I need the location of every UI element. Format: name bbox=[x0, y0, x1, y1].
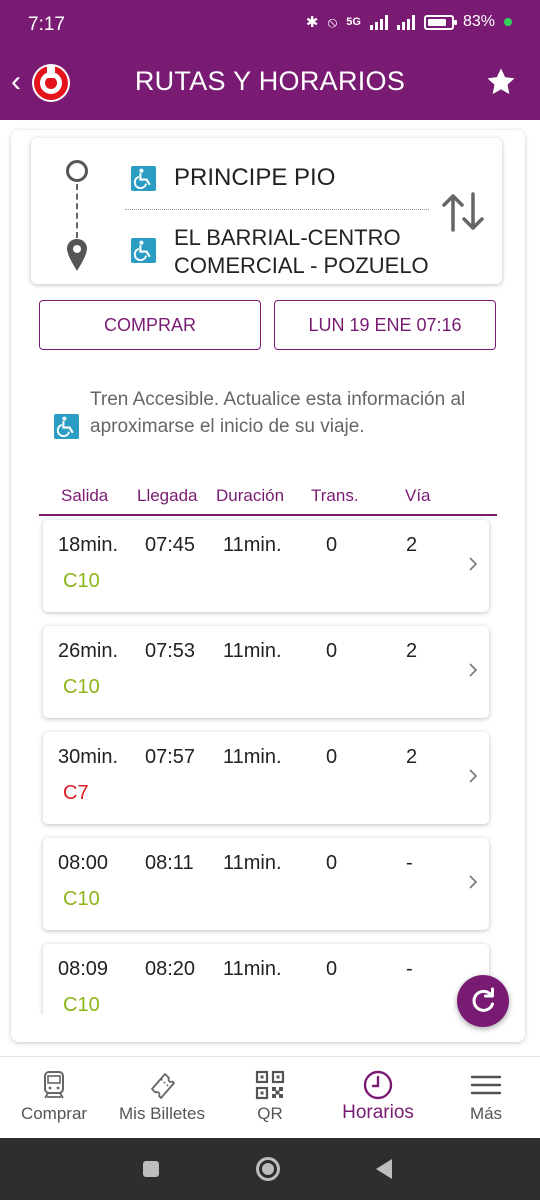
origin-station[interactable]: PRINCIPE PIO bbox=[174, 164, 335, 192]
header-llegada: Llegada bbox=[137, 486, 198, 505]
wheelchair-icon bbox=[131, 166, 156, 191]
trip-platform: 2 bbox=[406, 746, 418, 768]
line-label: C10 bbox=[63, 570, 100, 592]
trip-departure: 08:00 bbox=[58, 852, 109, 874]
line-label: C10 bbox=[63, 676, 100, 698]
chevron-right-icon bbox=[467, 766, 479, 786]
recents-icon[interactable] bbox=[137, 1155, 165, 1183]
trip-duration: 11min. bbox=[223, 746, 282, 768]
status-bar: 7:17 ✱ ⦸ 5G 83% bbox=[0, 0, 540, 46]
status-time: 7:17 bbox=[28, 14, 65, 35]
table-header: Salida Llegada Duración Trans. Vía bbox=[39, 482, 497, 516]
header-duracion: Duración bbox=[216, 486, 285, 505]
trip-transfers: 0 bbox=[326, 958, 338, 980]
trip-transfers: 0 bbox=[326, 640, 338, 662]
status-icons: ✱ ⦸ 5G 83% bbox=[306, 13, 512, 31]
trip-list[interactable]: 18min. 07:45 11min. 0 2 C10 26min. 07:53… bbox=[11, 516, 525, 1014]
nav-label: Más bbox=[469, 1104, 503, 1123]
trip-departure: 30min. bbox=[58, 746, 119, 768]
trip-row[interactable]: 18min. 07:45 11min. 0 2 C10 bbox=[43, 520, 489, 612]
muted-icon: ⦸ bbox=[327, 13, 338, 31]
nav-label: Comprar bbox=[20, 1104, 88, 1123]
network-label: 5G bbox=[346, 16, 361, 28]
header-via: Vía bbox=[405, 486, 431, 505]
trip-departure: 26min. bbox=[58, 640, 119, 662]
nav-label: QR bbox=[257, 1104, 283, 1123]
accessibility-notice: Tren Accesible. Actualice esta informaci… bbox=[54, 386, 514, 466]
trip-row[interactable]: 30min. 07:57 11min. 0 2 C7 bbox=[43, 732, 489, 824]
signal-icon-2 bbox=[396, 14, 415, 30]
battery-icon bbox=[423, 14, 457, 30]
page-title: RUTAS Y HORARIOS bbox=[134, 66, 406, 96]
destination-pin-icon bbox=[65, 238, 89, 272]
signal-icon bbox=[369, 14, 388, 30]
wheelchair-icon bbox=[54, 414, 79, 439]
route-selector: PRINCIPE PIO EL BARRIAL-CENTRO COMERCIAL… bbox=[31, 138, 502, 284]
nav-label: Horarios bbox=[342, 1102, 414, 1123]
route-line bbox=[76, 184, 78, 238]
trip-platform: - bbox=[406, 958, 413, 980]
trip-platform: 2 bbox=[406, 640, 418, 662]
notice-text: Tren Accesible. Actualice esta informaci… bbox=[90, 389, 466, 437]
bluetooth-icon: ✱ bbox=[305, 14, 319, 31]
header-trans: Trans. bbox=[311, 486, 359, 505]
menu-icon bbox=[470, 1069, 502, 1101]
chevron-right-icon bbox=[467, 554, 479, 574]
nav-qr[interactable]: QR bbox=[216, 1057, 324, 1139]
favorite-star-icon[interactable] bbox=[484, 65, 518, 99]
chevron-right-icon bbox=[467, 872, 479, 892]
qr-icon bbox=[254, 1069, 286, 1101]
destination-station[interactable]: EL BARRIAL-CENTRO COMERCIAL - POZUELO bbox=[174, 224, 439, 280]
line-label: C10 bbox=[63, 994, 100, 1014]
app-bar: ‹ RUTAS Y HORARIOS bbox=[0, 46, 540, 120]
datetime-button[interactable]: LUN 19 ENE 07:16 bbox=[274, 300, 496, 350]
trip-arrival: 07:53 bbox=[145, 640, 196, 662]
trip-arrival: 08:11 bbox=[145, 852, 194, 874]
trip-arrival: 07:57 bbox=[145, 746, 196, 768]
swap-stations-icon[interactable] bbox=[439, 190, 487, 234]
trip-transfers: 0 bbox=[326, 852, 338, 874]
nav-mas[interactable]: Más bbox=[432, 1057, 540, 1139]
nav-mis-billetes[interactable]: Mis Billetes bbox=[108, 1057, 216, 1139]
trip-transfers: 0 bbox=[326, 534, 338, 556]
battery-percent: 83% bbox=[462, 13, 495, 30]
header-salida: Salida bbox=[61, 486, 109, 505]
chevron-right-icon bbox=[467, 660, 479, 680]
system-navigation-bar bbox=[0, 1138, 540, 1200]
trip-duration: 11min. bbox=[223, 958, 282, 980]
nav-label: Mis Billetes bbox=[119, 1104, 205, 1123]
line-label: C10 bbox=[63, 888, 100, 910]
trip-platform: - bbox=[406, 852, 413, 874]
battery-level-fill bbox=[427, 18, 447, 26]
nav-comprar[interactable]: Comprar bbox=[0, 1057, 108, 1139]
back-nav-icon[interactable] bbox=[370, 1155, 398, 1183]
clock-icon bbox=[362, 1069, 394, 1101]
refresh-button[interactable] bbox=[457, 975, 509, 1027]
schedule-card: PRINCIPE PIO EL BARRIAL-CENTRO COMERCIAL… bbox=[11, 130, 525, 1042]
trip-row[interactable]: 08:09 08:20 11min. 0 - C10 bbox=[43, 944, 489, 1014]
privacy-indicator-icon bbox=[504, 18, 512, 26]
trip-duration: 11min. bbox=[223, 852, 282, 874]
trip-transfers: 0 bbox=[326, 746, 338, 768]
buy-button[interactable]: COMPRAR bbox=[39, 300, 261, 350]
home-icon[interactable] bbox=[254, 1155, 282, 1183]
trip-platform: 2 bbox=[406, 534, 418, 556]
trip-arrival: 07:45 bbox=[145, 534, 196, 556]
trip-duration: 11min. bbox=[223, 640, 282, 662]
refresh-icon bbox=[472, 987, 494, 1012]
line-label: C7 bbox=[63, 782, 89, 804]
route-divider bbox=[125, 209, 429, 210]
trip-arrival: 08:20 bbox=[145, 958, 196, 980]
train-icon bbox=[38, 1069, 70, 1101]
trip-row[interactable]: 08:00 08:11 11min. 0 - C10 bbox=[43, 838, 489, 930]
nav-horarios[interactable]: Horarios bbox=[324, 1057, 432, 1139]
ticket-icon bbox=[146, 1069, 178, 1101]
trip-departure: 08:09 bbox=[58, 958, 109, 980]
trip-row[interactable]: 26min. 07:53 11min. 0 2 C10 bbox=[43, 626, 489, 718]
wheelchair-icon bbox=[131, 238, 156, 263]
bottom-navigation: Comprar Mis Billetes QR Horarios Más bbox=[0, 1056, 540, 1138]
trip-departure: 18min. bbox=[58, 534, 119, 556]
origin-dot-icon bbox=[66, 160, 88, 182]
trip-duration: 11min. bbox=[223, 534, 282, 556]
